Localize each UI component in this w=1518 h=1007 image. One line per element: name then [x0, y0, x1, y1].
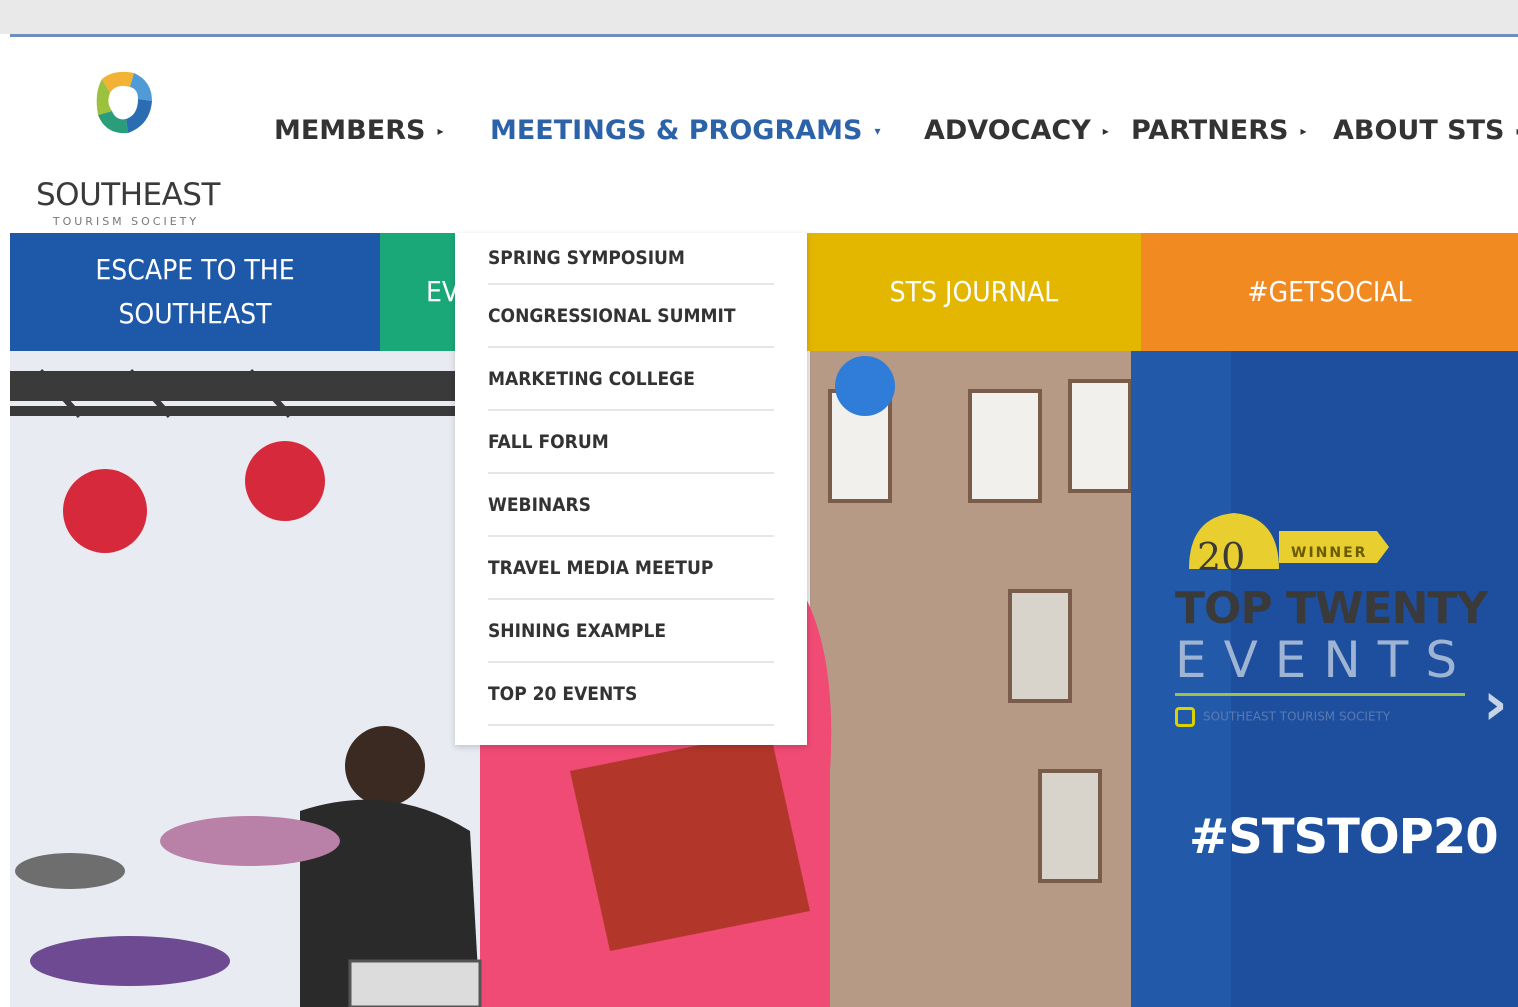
- logo-tagline: TOURISM SOCIETY: [52, 215, 200, 228]
- promo-divider: [1175, 693, 1465, 696]
- tile-label: STS JOURNAL: [889, 275, 1059, 308]
- promo-org: SOUTHEAST TOURISM SOCIETY: [1175, 707, 1390, 727]
- browser-top-bar: [0, 0, 1518, 34]
- nav-about-sts[interactable]: ABOUT STS ▸: [1333, 115, 1518, 146]
- promo-panel[interactable]: 20 WINNER TOP TWENTY EVENTS SOUTHEAST TO…: [1131, 351, 1518, 1007]
- seal-label: WINNER: [1291, 545, 1368, 561]
- meetings-dropdown-menu: SPRING SYMPOSIUM CONGRESSIONAL SUMMIT MA…: [455, 233, 807, 745]
- tile-label: ESCAPE TO THE SOUTHEAST: [95, 253, 295, 330]
- nav-advocacy[interactable]: ADVOCACY ▸: [924, 115, 1109, 146]
- tile-get-social[interactable]: #GETSOCIAL: [1141, 233, 1518, 351]
- nav-label: MEETINGS & PROGRAMS: [490, 115, 863, 146]
- dropdown-item-travel-media-meetup[interactable]: TRAVEL MEDIA MEETUP: [488, 537, 774, 600]
- sts-logo-icon: [1175, 707, 1195, 727]
- caret-right-icon: ▸: [1102, 123, 1109, 138]
- tile-sts-journal[interactable]: STS JOURNAL: [807, 233, 1141, 351]
- nav-label: ABOUT STS: [1333, 115, 1505, 146]
- tile-escape-to-southeast[interactable]: ESCAPE TO THE SOUTHEAST: [10, 233, 380, 351]
- promo-hashtag: #STSTOP20: [1189, 809, 1499, 865]
- caret-down-icon: ▾: [874, 123, 881, 138]
- seal-number: 20: [1197, 535, 1246, 579]
- tile-label: #GETSOCIAL: [1247, 275, 1412, 308]
- promo-org-label: SOUTHEAST TOURISM SOCIETY: [1203, 709, 1391, 724]
- nav-partners[interactable]: PARTNERS ▸: [1131, 115, 1307, 146]
- dropdown-item-spring-symposium[interactable]: SPRING SYMPOSIUM: [488, 233, 774, 285]
- nav-label: MEMBERS: [274, 115, 426, 146]
- nav-meetings-programs[interactable]: MEETINGS & PROGRAMS ▾: [490, 115, 881, 146]
- dropdown-item-top-20-events[interactable]: TOP 20 EVENTS: [488, 663, 774, 726]
- chevron-right-icon[interactable]: ›: [1483, 669, 1508, 739]
- nav-label: ADVOCACY: [924, 115, 1091, 146]
- main-nav: MEMBERS ▸ MEETINGS & PROGRAMS ▾ ADVOCACY…: [10, 115, 1518, 155]
- dropdown-item-fall-forum[interactable]: FALL FORUM: [488, 411, 774, 474]
- promo-title-bottom: EVENTS: [1175, 631, 1475, 689]
- dropdown-item-shining-example[interactable]: SHINING EXAMPLE: [488, 600, 774, 663]
- nav-label: PARTNERS: [1131, 115, 1289, 146]
- nav-members[interactable]: MEMBERS ▸: [274, 115, 443, 146]
- dropdown-item-marketing-college[interactable]: MARKETING COLLEGE: [488, 348, 774, 411]
- dropdown-item-webinars[interactable]: WEBINARS: [488, 474, 774, 537]
- dropdown-item-congressional-summit[interactable]: CONGRESSIONAL SUMMIT: [488, 285, 774, 348]
- promo-title-top: TOP TWENTY: [1175, 583, 1488, 634]
- logo-name: SOUTHEAST: [36, 177, 220, 213]
- site-header: SOUTHEAST TOURISM SOCIETY MEMBERS ▸ MEET…: [10, 37, 1518, 233]
- caret-right-icon: ▸: [1300, 123, 1307, 138]
- caret-right-icon: ▸: [437, 123, 444, 138]
